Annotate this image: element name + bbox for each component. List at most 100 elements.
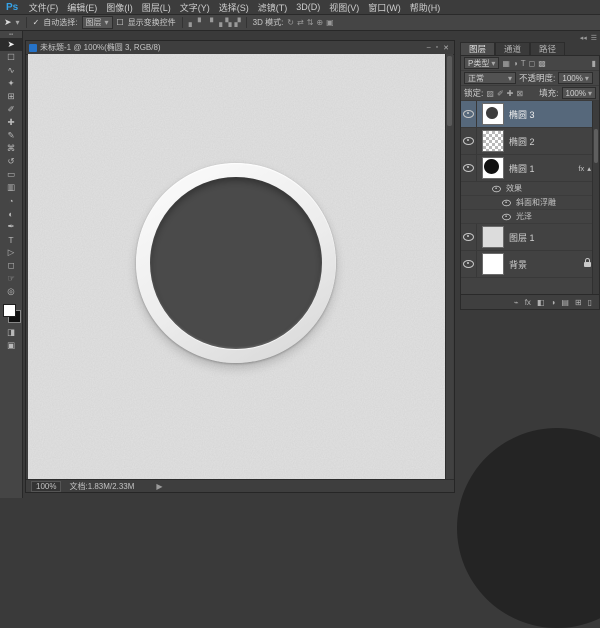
3d-drag-icon[interactable]: ⇅ bbox=[307, 18, 313, 27]
blend-mode-dropdown[interactable]: 正常 ▾ bbox=[464, 72, 516, 84]
path-selection-tool[interactable]: ▷ bbox=[0, 246, 22, 259]
spot-healing-tool[interactable]: ✚ bbox=[0, 116, 22, 129]
effect-row-bevel[interactable]: 斜面和浮雕 bbox=[461, 196, 599, 210]
layer-row-background[interactable]: 背景 bbox=[461, 251, 599, 278]
fill-dropdown[interactable]: 100% ▾ bbox=[562, 87, 596, 99]
adjustment-layer-icon[interactable]: ◑ bbox=[550, 298, 555, 307]
move-tool[interactable]: ➤ bbox=[0, 38, 22, 51]
delete-layer-icon[interactable]: ▯ bbox=[588, 298, 592, 307]
lock-move-icon[interactable]: ✚ bbox=[507, 89, 514, 98]
3d-scale-icon[interactable]: ▣ bbox=[326, 18, 333, 27]
layer-style-icon[interactable]: fx bbox=[525, 298, 531, 307]
hand-tool[interactable]: ☞ bbox=[0, 272, 22, 285]
menu-view[interactable]: 视图(V) bbox=[325, 1, 364, 14]
new-group-icon[interactable]: ▤ bbox=[561, 298, 569, 307]
opacity-dropdown[interactable]: 100% ▾ bbox=[558, 72, 592, 84]
layer-list-scrollbar[interactable] bbox=[592, 101, 599, 294]
eye-icon[interactable] bbox=[502, 199, 511, 205]
toolbar-grip[interactable]: ▪▪ bbox=[0, 31, 22, 38]
crop-tool[interactable]: ⊞ bbox=[0, 90, 22, 103]
pen-tool[interactable]: ✒ bbox=[0, 220, 22, 233]
show-transform-checkbox[interactable]: ☐ bbox=[117, 18, 124, 27]
tab-channels[interactable]: 通道 bbox=[495, 42, 530, 55]
close-icon[interactable]: ✕ bbox=[443, 44, 449, 52]
filter-pixel-icon[interactable]: ▦ bbox=[502, 59, 510, 68]
minimize-icon[interactable]: ‒ bbox=[427, 44, 431, 52]
menu-file[interactable]: 文件(F) bbox=[24, 1, 63, 14]
3d-rotate-icon[interactable]: ↻ bbox=[287, 18, 293, 27]
visibility-cell[interactable] bbox=[461, 128, 477, 154]
layer-name[interactable]: 椭圆 3 bbox=[509, 108, 535, 121]
quick-mask-button[interactable]: ◨ bbox=[0, 326, 22, 339]
menu-filter[interactable]: 滤镜(T) bbox=[253, 1, 292, 14]
lock-all-icon[interactable]: ⊠ bbox=[516, 89, 523, 98]
document-title-bar[interactable]: 未标题-1 @ 100%(椭圆 3, RGB/8) ‒ ▫ ✕ bbox=[26, 41, 454, 55]
filter-adjustment-icon[interactable]: ◑ bbox=[513, 59, 518, 68]
lasso-tool[interactable]: ∿ bbox=[0, 64, 22, 77]
visibility-cell[interactable] bbox=[461, 101, 477, 127]
menu-type[interactable]: 文字(Y) bbox=[175, 1, 214, 14]
eyedropper-tool[interactable]: ✐ bbox=[0, 103, 22, 116]
layer-row-ellipse3[interactable]: 椭圆 3 bbox=[461, 101, 599, 128]
lock-paint-icon[interactable]: ✐ bbox=[497, 89, 504, 98]
visibility-cell[interactable] bbox=[461, 155, 477, 181]
tab-layers[interactable]: 图层 bbox=[460, 42, 495, 55]
canvas[interactable] bbox=[28, 54, 447, 479]
menu-layer[interactable]: 图层(L) bbox=[137, 1, 175, 14]
preset-dropdown-arrow-icon[interactable]: ▾ bbox=[16, 18, 20, 27]
layer-row-ellipse2[interactable]: 椭圆 2 bbox=[461, 128, 599, 155]
eye-icon[interactable] bbox=[492, 185, 501, 191]
effects-header-row[interactable]: 效果 bbox=[461, 182, 599, 196]
visibility-cell[interactable] bbox=[461, 251, 477, 277]
lock-transparent-icon[interactable]: ▨ bbox=[486, 89, 494, 98]
layer-thumbnail[interactable] bbox=[482, 130, 504, 152]
3d-roll-icon[interactable]: ⇄ bbox=[297, 18, 303, 27]
layer-thumbnail[interactable] bbox=[482, 103, 504, 125]
zoom-level-field[interactable]: 100% bbox=[31, 481, 61, 492]
layer-thumbnail[interactable] bbox=[482, 253, 504, 275]
menu-image[interactable]: 图像(I) bbox=[102, 1, 138, 14]
filter-toggle-icon[interactable]: ▮ bbox=[592, 59, 596, 68]
filter-kind-dropdown[interactable]: P类型 ▾ bbox=[464, 57, 499, 69]
layer-name[interactable]: 背景 bbox=[509, 258, 527, 271]
history-brush-tool[interactable]: ↺ bbox=[0, 155, 22, 168]
status-options-arrow-icon[interactable]: ▶ bbox=[156, 482, 162, 491]
rectangle-shape-tool[interactable]: ◻ bbox=[0, 259, 22, 272]
visibility-cell[interactable] bbox=[461, 224, 477, 250]
distribute-h-icon[interactable]: ▞ bbox=[234, 18, 239, 27]
eye-icon[interactable] bbox=[502, 213, 511, 219]
menu-select[interactable]: 选择(S) bbox=[214, 1, 253, 14]
layer-thumbnail[interactable] bbox=[482, 157, 504, 179]
align-right-icon[interactable]: ▝ bbox=[207, 18, 212, 27]
vertical-scrollbar-thumb[interactable] bbox=[447, 56, 452, 126]
gradient-tool[interactable]: ▥ bbox=[0, 181, 22, 194]
layer-name[interactable]: 椭圆 1 bbox=[509, 162, 535, 175]
layer-name[interactable]: 椭圆 2 bbox=[509, 135, 535, 148]
move-tool-preset-icon[interactable]: ➤ bbox=[4, 17, 12, 28]
panel-menu-icon[interactable]: ☰ bbox=[591, 34, 597, 42]
fx-collapse-icon[interactable]: ▴ bbox=[587, 164, 591, 173]
effect-row-satin[interactable]: 光泽 bbox=[461, 210, 599, 224]
align-center-icon[interactable]: ▘ bbox=[198, 18, 203, 27]
foreground-color-swatch[interactable] bbox=[3, 304, 16, 317]
tab-paths[interactable]: 路径 bbox=[530, 42, 565, 55]
filter-type-icon[interactable]: T bbox=[521, 59, 526, 68]
vertical-scrollbar[interactable] bbox=[445, 54, 453, 479]
link-layers-icon[interactable]: ⌁ bbox=[514, 298, 519, 307]
filter-shape-icon[interactable]: ◻ bbox=[529, 59, 536, 68]
align-top-icon[interactable]: ▗ bbox=[216, 18, 221, 27]
menu-window[interactable]: 窗口(W) bbox=[364, 1, 406, 14]
layer-list-scrollbar-thumb[interactable] bbox=[594, 129, 598, 163]
brush-tool[interactable]: ✎ bbox=[0, 129, 22, 142]
layer-name[interactable]: 图层 1 bbox=[509, 231, 535, 244]
distribute-v-icon[interactable]: ▚ bbox=[225, 18, 230, 27]
auto-select-dropdown[interactable]: 图层 ▾ bbox=[82, 16, 113, 29]
restore-icon[interactable]: ▫ bbox=[436, 44, 438, 52]
new-layer-icon[interactable]: ⊞ bbox=[575, 298, 582, 307]
align-left-icon[interactable]: ▖ bbox=[189, 18, 194, 27]
layer-thumbnail[interactable] bbox=[482, 226, 504, 248]
eraser-tool[interactable]: ▭ bbox=[0, 168, 22, 181]
3d-slide-icon[interactable]: ⊕ bbox=[316, 18, 322, 27]
marquee-tool[interactable]: ☐ bbox=[0, 51, 22, 64]
dodge-tool[interactable]: ◐ bbox=[0, 207, 22, 220]
